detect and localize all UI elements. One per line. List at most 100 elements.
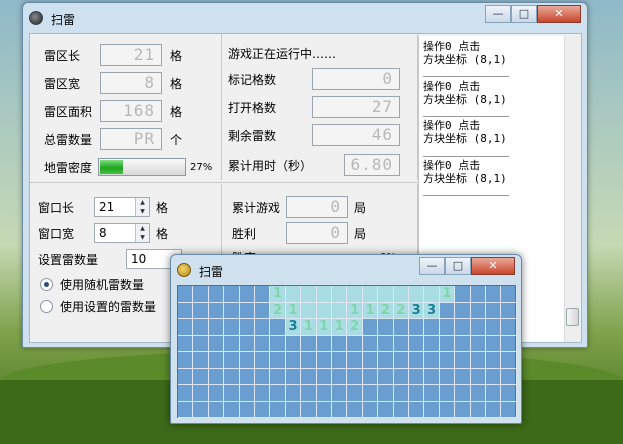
- hidden-cell[interactable]: [239, 335, 255, 352]
- hidden-cell[interactable]: [470, 352, 486, 369]
- hidden-cell[interactable]: [316, 352, 332, 369]
- hidden-cell[interactable]: [208, 335, 225, 352]
- game-minimize-button[interactable]: —: [419, 257, 445, 275]
- hidden-cell[interactable]: [455, 335, 471, 352]
- hidden-cell[interactable]: [316, 385, 332, 402]
- hidden-cell[interactable]: [224, 352, 240, 369]
- hidden-cell[interactable]: [409, 319, 425, 336]
- hidden-cell[interactable]: [208, 302, 225, 319]
- hidden-cell[interactable]: [255, 385, 271, 402]
- hidden-cell[interactable]: [362, 319, 379, 336]
- hidden-cell[interactable]: [486, 401, 502, 418]
- hidden-cell[interactable]: [285, 335, 302, 352]
- hidden-cell[interactable]: [239, 319, 255, 336]
- hidden-cell[interactable]: [393, 319, 409, 336]
- hidden-cell[interactable]: [501, 352, 517, 369]
- hidden-cell[interactable]: [393, 368, 409, 385]
- open-cell[interactable]: 3: [285, 319, 302, 336]
- hidden-cell[interactable]: [316, 335, 332, 352]
- open-cell[interactable]: 3: [424, 302, 440, 319]
- close-button[interactable]: ✕: [537, 5, 581, 23]
- hidden-cell[interactable]: [347, 385, 363, 402]
- hidden-cell[interactable]: [378, 401, 394, 418]
- hidden-cell[interactable]: [486, 286, 502, 303]
- hidden-cell[interactable]: [409, 352, 425, 369]
- hidden-cell[interactable]: [439, 302, 456, 319]
- hidden-cell[interactable]: [439, 401, 456, 418]
- custom-mines-radio[interactable]: [40, 300, 53, 313]
- hidden-cell[interactable]: [393, 352, 409, 369]
- open-cell[interactable]: 1: [439, 286, 456, 303]
- hidden-cell[interactable]: [455, 352, 471, 369]
- hidden-cell[interactable]: [501, 385, 517, 402]
- hidden-cell[interactable]: [178, 302, 194, 319]
- hidden-cell[interactable]: [378, 352, 394, 369]
- hidden-cell[interactable]: [316, 368, 332, 385]
- hidden-cell[interactable]: [239, 401, 255, 418]
- game-close-button[interactable]: ✕: [471, 257, 515, 275]
- hidden-cell[interactable]: [501, 401, 517, 418]
- hidden-cell[interactable]: [486, 352, 502, 369]
- hidden-cell[interactable]: [455, 385, 471, 402]
- hidden-cell[interactable]: [332, 335, 348, 352]
- open-cell[interactable]: 2: [378, 302, 394, 319]
- hidden-cell[interactable]: [224, 335, 240, 352]
- hidden-cell[interactable]: [224, 401, 240, 418]
- open-cell[interactable]: [393, 286, 409, 303]
- hidden-cell[interactable]: [362, 368, 379, 385]
- open-cell[interactable]: [378, 286, 394, 303]
- hidden-cell[interactable]: [455, 286, 471, 303]
- open-cell[interactable]: 1: [362, 302, 379, 319]
- game-maximize-button[interactable]: □: [445, 257, 471, 275]
- hidden-cell[interactable]: [178, 319, 194, 336]
- hidden-cell[interactable]: [270, 319, 286, 336]
- hidden-cell[interactable]: [486, 335, 502, 352]
- width-spinner-arrows[interactable]: ▲ ▼: [135, 198, 149, 216]
- open-cell[interactable]: 1: [347, 302, 363, 319]
- hidden-cell[interactable]: [362, 401, 379, 418]
- hidden-cell[interactable]: [193, 286, 209, 303]
- hidden-cell[interactable]: [424, 401, 440, 418]
- hidden-cell[interactable]: [208, 368, 225, 385]
- hidden-cell[interactable]: [316, 401, 332, 418]
- open-cell[interactable]: [347, 286, 363, 303]
- hidden-cell[interactable]: [486, 302, 502, 319]
- hidden-cell[interactable]: [270, 368, 286, 385]
- hidden-cell[interactable]: [178, 368, 194, 385]
- hidden-cell[interactable]: [424, 368, 440, 385]
- hidden-cell[interactable]: [178, 401, 194, 418]
- open-cell[interactable]: [301, 302, 317, 319]
- hidden-cell[interactable]: [178, 335, 194, 352]
- hidden-cell[interactable]: [285, 352, 302, 369]
- hidden-cell[interactable]: [193, 368, 209, 385]
- open-cell[interactable]: [285, 286, 302, 303]
- hidden-cell[interactable]: [424, 385, 440, 402]
- hidden-cell[interactable]: [178, 352, 194, 369]
- random-mines-radio[interactable]: [40, 278, 53, 291]
- hidden-cell[interactable]: [255, 335, 271, 352]
- hidden-cell[interactable]: [193, 335, 209, 352]
- open-cell[interactable]: 1: [316, 319, 332, 336]
- hidden-cell[interactable]: [178, 286, 194, 303]
- hidden-cell[interactable]: [239, 368, 255, 385]
- custom-mines-label[interactable]: 使用设置的雷数量: [60, 298, 156, 315]
- hidden-cell[interactable]: [255, 302, 271, 319]
- hidden-cell[interactable]: [470, 302, 486, 319]
- hidden-cell[interactable]: [424, 335, 440, 352]
- hidden-cell[interactable]: [470, 319, 486, 336]
- hidden-cell[interactable]: [208, 385, 225, 402]
- open-cell[interactable]: 1: [332, 319, 348, 336]
- hidden-cell[interactable]: [255, 401, 271, 418]
- open-cell[interactable]: 2: [347, 319, 363, 336]
- hidden-cell[interactable]: [255, 286, 271, 303]
- hidden-cell[interactable]: [347, 352, 363, 369]
- open-cell[interactable]: [332, 302, 348, 319]
- hidden-cell[interactable]: [255, 319, 271, 336]
- hidden-cell[interactable]: [224, 286, 240, 303]
- hidden-cell[interactable]: [486, 319, 502, 336]
- hidden-cell[interactable]: [455, 401, 471, 418]
- hidden-cell[interactable]: [424, 352, 440, 369]
- hidden-cell[interactable]: [439, 368, 456, 385]
- height-spinner-arrows[interactable]: ▲ ▼: [135, 224, 149, 242]
- maximize-button[interactable]: □: [511, 5, 537, 23]
